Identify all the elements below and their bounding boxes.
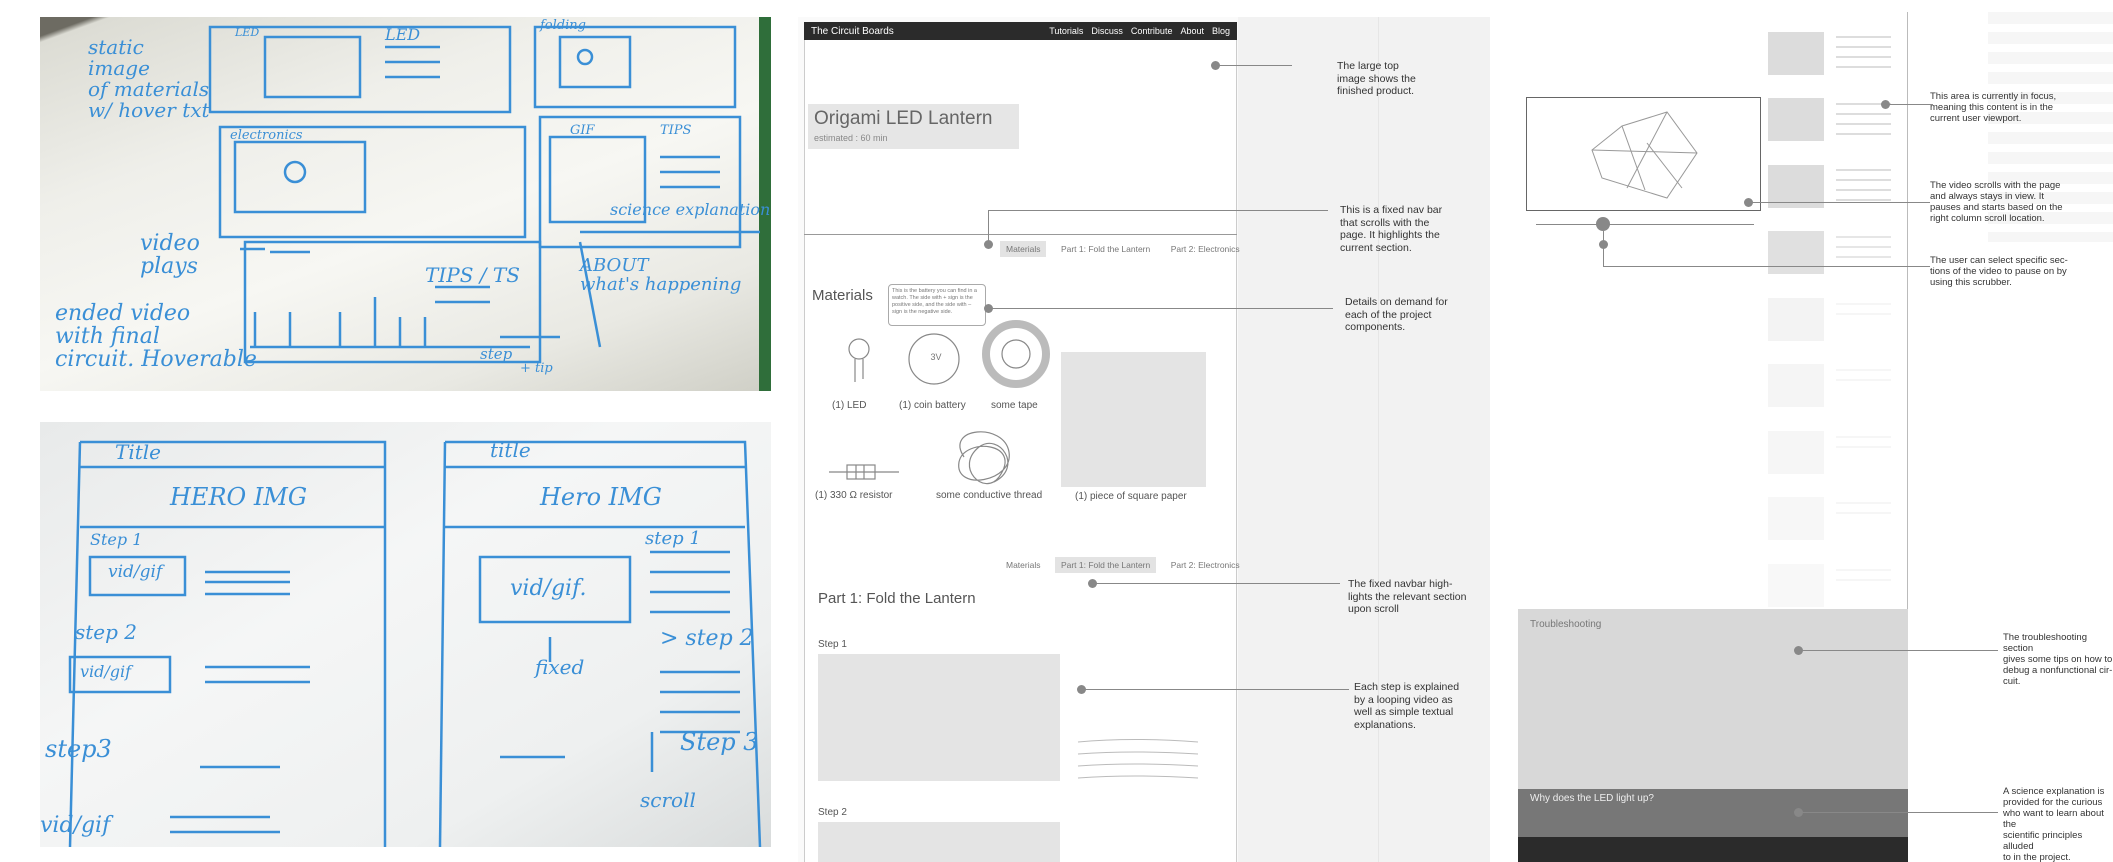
hero-title-box: Origami LED Lantern estimated : 60 min	[808, 104, 1019, 149]
annotation-steps: Each step is explained by a looping vide…	[1354, 681, 1460, 731]
step-text-lines	[1836, 36, 1891, 581]
troubleshooting-heading: Troubleshooting	[1530, 619, 1602, 630]
sketch-step3-left: step3	[45, 735, 112, 763]
nav-discuss[interactable]: Discuss	[1091, 26, 1123, 36]
nav-blog[interactable]: Blog	[1212, 26, 1230, 36]
sketch-step1-left: Step 1	[90, 530, 143, 549]
sketch-label-led-2: LED	[385, 25, 421, 44]
step-thumb-8[interactable]	[1768, 497, 1824, 540]
sketch-step3-right: Step 3	[680, 728, 759, 756]
tape-inner-shape	[1001, 339, 1031, 369]
sketch-label-ended-video: ended video with final circuit. Hoverabl…	[55, 301, 257, 373]
sketch-vid2-left: vid/gif	[80, 662, 132, 681]
sketch-title-left: Title	[115, 440, 162, 464]
step1-text-lines	[1077, 739, 1199, 779]
annotation-science: A science explanation is provided for th…	[2003, 786, 2105, 862]
step1-video[interactable]	[818, 654, 1060, 781]
whiteboard-photo-bottom: Title title HERO IMG Hero IMG Step 1 ste…	[40, 422, 771, 847]
item-resistor[interactable]: (1) 330 Ω resistor	[815, 490, 893, 501]
subnav2-part1[interactable]: Part 1: Fold the Lantern	[1054, 557, 1157, 573]
annotation-scrubber: The user can select specific sec- tions …	[1930, 255, 2068, 288]
troubleshooting-section: Troubleshooting	[1518, 609, 1908, 789]
sketch-label-folding: folding	[540, 18, 586, 33]
item-tape[interactable]: some tape	[991, 400, 1038, 411]
sketch-label-gif: GIF	[570, 123, 595, 138]
tape-outer-shape	[982, 320, 1050, 388]
part1-heading: Part 1: Fold the Lantern	[818, 590, 976, 607]
battery-voltage: 3V	[930, 352, 942, 362]
sketch-label-tips: TIPS	[660, 123, 692, 138]
subnav-part1[interactable]: Part 1: Fold the Lantern	[1055, 241, 1156, 257]
nav-about[interactable]: About	[1180, 26, 1204, 36]
sketch-scroll: scroll	[640, 788, 696, 812]
sketch-hero-left: HERO IMG	[170, 483, 308, 511]
annotation-troubleshooting: The troubleshooting section gives some t…	[2003, 632, 2113, 687]
site-title[interactable]: The Circuit Boards	[811, 26, 1041, 37]
step2-label: Step 2	[818, 807, 847, 818]
annotation-video: The video scrolls with the page and alwa…	[1930, 180, 2063, 224]
sketch-label-electronics: electronics	[230, 128, 303, 143]
video-scrubber-handle[interactable]	[1596, 217, 1610, 231]
sketch-label-led-1: LED	[235, 26, 260, 39]
section-subnav: Materials Part 1: Fold the Lantern Part …	[996, 239, 1240, 257]
square-paper-image	[1061, 352, 1206, 487]
step-thumb-7[interactable]	[1768, 431, 1824, 474]
item-led[interactable]: (1) LED	[832, 400, 866, 411]
top-navbar: The Circuit Boards Tutorials Discuss Con…	[804, 22, 1237, 40]
step2-video[interactable]	[818, 822, 1060, 862]
science-section: Why does the LED light up?	[1518, 789, 1908, 837]
lantern-shape	[1591, 111, 1698, 199]
step-thumb-5[interactable]	[1768, 298, 1824, 341]
sketch-label-about: ABOUT what's happening	[580, 255, 742, 295]
item-conductive-thread[interactable]: some conductive thread	[936, 490, 1042, 501]
sketch-title-right: title	[490, 438, 531, 462]
led-bulb-shape	[848, 338, 870, 360]
video-scrubber-track[interactable]	[1536, 224, 1754, 225]
materials-heading: Materials	[812, 287, 873, 304]
annotation-hero: The large top image shows the finished p…	[1337, 60, 1416, 97]
sketch-label-step: step	[480, 345, 513, 363]
step-thumb-1[interactable]	[1768, 32, 1824, 75]
item-square-paper[interactable]: (1) piece of square paper	[1075, 491, 1187, 502]
faded-background-column	[1238, 17, 1490, 862]
subnav-materials[interactable]: Materials	[1000, 241, 1047, 257]
sketch-fixed: fixed	[535, 655, 585, 679]
section-subnav-scrolled: Materials Part 1: Fold the Lantern Part …	[996, 555, 1240, 573]
wireframe-tutorial-page: The Circuit Boards Tutorials Discuss Con…	[798, 17, 1490, 862]
nav-tutorials[interactable]: Tutorials	[1049, 26, 1083, 36]
sketch-vid-right: vid/gif.	[510, 576, 587, 601]
sketch-step2-right: > step 2	[660, 626, 754, 651]
sketch-step2-left: step 2	[75, 620, 138, 644]
step-thumb-2[interactable]	[1768, 98, 1824, 141]
subnav2-part2[interactable]: Part 2: Electronics	[1165, 557, 1246, 573]
step1-label: Step 1	[818, 639, 847, 650]
annotation-highlight: The fixed navbar high- lights the releva…	[1348, 578, 1467, 615]
item-coin-battery[interactable]: (1) coin battery	[899, 400, 966, 411]
nav-contribute[interactable]: Contribute	[1131, 26, 1173, 36]
subnav-part2[interactable]: Part 2: Electronics	[1165, 241, 1246, 257]
hero-subtitle: estimated : 60 min	[814, 133, 888, 143]
step-thumb-4[interactable]	[1768, 231, 1824, 274]
wireframe-scroll-layout: Troubleshooting Why does the LED light u…	[1518, 12, 2113, 862]
sketch-hero-right: Hero IMG	[540, 483, 662, 511]
annotation-details: Details on demand for each of the projec…	[1345, 296, 1448, 333]
thread-shape	[958, 431, 1010, 485]
sketch-step1-right: step 1	[645, 528, 701, 549]
step-thumb-6[interactable]	[1768, 364, 1824, 407]
sketch-vid-left: vid/gif	[108, 562, 163, 582]
annotation-navbar: This is a fixed nav bar that scrolls wit…	[1340, 204, 1443, 254]
sketch-label-tips-ts: TIPS / TS	[425, 263, 520, 287]
annotation-focus: This area is currently in focus, meaning…	[1930, 91, 2057, 124]
sketch-vid3-left: vid/gif	[40, 813, 111, 838]
video-frame[interactable]	[1526, 97, 1761, 211]
hero-title: Origami LED Lantern	[814, 108, 993, 129]
whiteboard-photo-top: static image of materials w/ hover txt L…	[40, 17, 771, 391]
sketch-label-tip: + tip	[520, 361, 553, 376]
science-heading: Why does the LED light up?	[1530, 793, 1654, 804]
sketch-label-video-plays: video plays	[140, 231, 200, 280]
step-thumb-9[interactable]	[1768, 564, 1824, 607]
subnav2-materials[interactable]: Materials	[1000, 557, 1046, 573]
sketch-label-static-image: static image of materials w/ hover txt	[88, 35, 210, 122]
sketch-label-science: science explanation	[610, 200, 771, 219]
